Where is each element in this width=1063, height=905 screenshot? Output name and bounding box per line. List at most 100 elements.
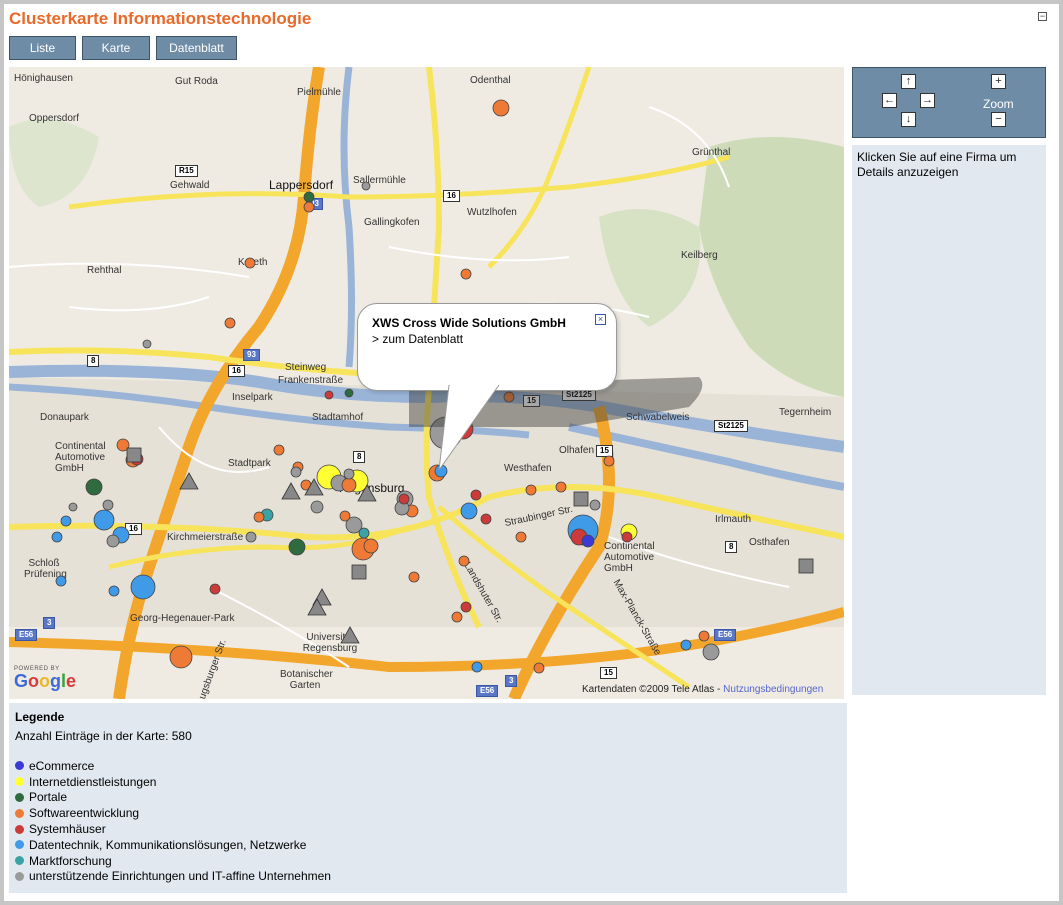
company-marker[interactable]: [515, 531, 527, 543]
company-marker[interactable]: [51, 531, 63, 543]
company-marker[interactable]: [85, 478, 103, 496]
company-marker[interactable]: [471, 661, 483, 673]
company-marker[interactable]: [339, 510, 351, 522]
company-marker[interactable]: [621, 531, 633, 543]
legend-label: Internetdienstleistungen: [29, 774, 157, 789]
collapse-button[interactable]: −: [1038, 12, 1047, 21]
tab-karte[interactable]: Karte: [82, 36, 150, 60]
company-marker[interactable]: [555, 481, 567, 493]
company-marker[interactable]: [324, 390, 334, 400]
zoom-out-button[interactable]: −: [991, 112, 1006, 127]
company-marker[interactable]: [460, 502, 478, 520]
company-marker[interactable]: [344, 388, 354, 398]
company-marker[interactable]: [589, 499, 601, 511]
pan-right-button[interactable]: →: [920, 93, 935, 108]
legend-item: Internetdienstleistungen: [15, 774, 841, 790]
company-marker[interactable]: [55, 575, 67, 587]
company-marker[interactable]: [460, 601, 472, 613]
pan-left-button[interactable]: ←: [882, 93, 897, 108]
legend-color-dot: [15, 761, 24, 771]
company-marker[interactable]: [451, 611, 463, 623]
company-marker[interactable]: [492, 99, 510, 117]
company-marker[interactable]: [458, 555, 470, 567]
terms-link[interactable]: Nutzungsbedingungen: [723, 684, 823, 695]
company-marker[interactable]: [603, 455, 615, 467]
details-panel: Klicken Sie auf eine Firma um Details an…: [852, 145, 1046, 695]
company-marker[interactable]: [525, 484, 537, 496]
company-marker[interactable]: [398, 493, 410, 505]
company-marker[interactable]: [244, 257, 256, 269]
pan-up-button[interactable]: ↑: [901, 74, 916, 89]
company-marker[interactable]: [361, 181, 371, 191]
company-marker[interactable]: [273, 444, 285, 456]
institution-marker[interactable]: [351, 564, 367, 580]
legend-color-dot: [15, 792, 24, 802]
company-marker[interactable]: [288, 538, 306, 556]
google-wordmark: Google: [14, 671, 77, 691]
company-marker[interactable]: [343, 468, 355, 480]
company-marker[interactable]: [253, 511, 265, 523]
company-marker[interactable]: [108, 585, 120, 597]
company-marker[interactable]: [224, 317, 236, 329]
institution-marker[interactable]: [340, 626, 360, 644]
entry-count: Anzahl Einträge in der Karte: 580: [15, 729, 192, 743]
company-marker[interactable]: [460, 268, 472, 280]
company-marker[interactable]: [358, 527, 370, 539]
company-marker[interactable]: [290, 466, 302, 478]
details-hint: Klicken Sie auf eine Firma um Details an…: [857, 150, 1017, 179]
institution-marker[interactable]: [573, 491, 589, 507]
popup-close-icon[interactable]: ×: [595, 314, 606, 325]
popup-datasheet-link[interactable]: > zum Datenblatt: [372, 332, 602, 346]
tab-datenblatt[interactable]: Datenblatt: [156, 36, 237, 60]
company-marker[interactable]: [470, 489, 482, 501]
company-marker[interactable]: [480, 513, 492, 525]
company-marker[interactable]: [68, 502, 78, 512]
legend-color-dot: [15, 808, 24, 818]
legend-color-dot: [15, 840, 24, 850]
institution-marker[interactable]: [281, 482, 301, 500]
company-marker[interactable]: [60, 515, 72, 527]
company-marker[interactable]: [93, 509, 115, 531]
pan-down-button[interactable]: ↓: [901, 112, 916, 127]
legend-label: Softwareentwicklung: [29, 806, 140, 821]
company-marker[interactable]: [363, 538, 379, 554]
legend-color-dot: [15, 824, 24, 834]
company-marker[interactable]: [303, 201, 315, 213]
legend-label: unterstützende Einrichtungen und IT-affi…: [29, 869, 331, 884]
company-marker[interactable]: [310, 500, 324, 514]
legend-title: Legende: [15, 710, 65, 724]
company-marker[interactable]: [106, 534, 120, 548]
company-marker[interactable]: [698, 630, 710, 642]
company-marker[interactable]: [303, 191, 315, 203]
company-marker[interactable]: [341, 477, 357, 493]
company-marker[interactable]: [245, 531, 257, 543]
legend-label: eCommerce: [29, 758, 95, 773]
company-marker[interactable]: [102, 499, 114, 511]
legend-color-dot: [15, 856, 24, 866]
company-marker[interactable]: [581, 534, 595, 548]
company-marker[interactable]: [680, 639, 692, 651]
company-marker[interactable]: [702, 643, 720, 661]
legend-item: Datentechnik, Kommunikationslösungen, Ne…: [15, 837, 841, 853]
legend-label: Datentechnik, Kommunikationslösungen, Ne…: [29, 837, 307, 852]
zoom-in-button[interactable]: +: [991, 74, 1006, 89]
company-marker[interactable]: [408, 571, 420, 583]
company-marker[interactable]: [142, 339, 152, 349]
copyright-text: Kartendaten ©2009 Tele Atlas -: [582, 684, 721, 695]
company-marker[interactable]: [533, 662, 545, 674]
institution-marker[interactable]: [126, 447, 142, 463]
legend-list: eCommerce Internetdienstleistungen Portale…: [15, 758, 841, 884]
legend-item: Softwareentwicklung: [15, 805, 841, 821]
company-marker[interactable]: [130, 574, 156, 600]
tab-liste[interactable]: Liste: [9, 36, 76, 60]
legend-label: Portale: [29, 790, 68, 805]
map-controls: ↑ ← → ↓ + Zoom −: [852, 67, 1046, 138]
company-marker[interactable]: [169, 645, 193, 669]
company-marker[interactable]: [209, 583, 221, 595]
map-canvas[interactable]: Hönighausen Gut Roda Pielmühle Odenthal …: [9, 67, 844, 699]
institution-marker[interactable]: [179, 472, 199, 490]
legend-item: unterstützende Einrichtungen und IT-affi…: [15, 869, 841, 885]
legend-item: Marktforschung: [15, 853, 841, 869]
institution-marker[interactable]: [798, 558, 814, 574]
legend-item: eCommerce: [15, 758, 841, 774]
